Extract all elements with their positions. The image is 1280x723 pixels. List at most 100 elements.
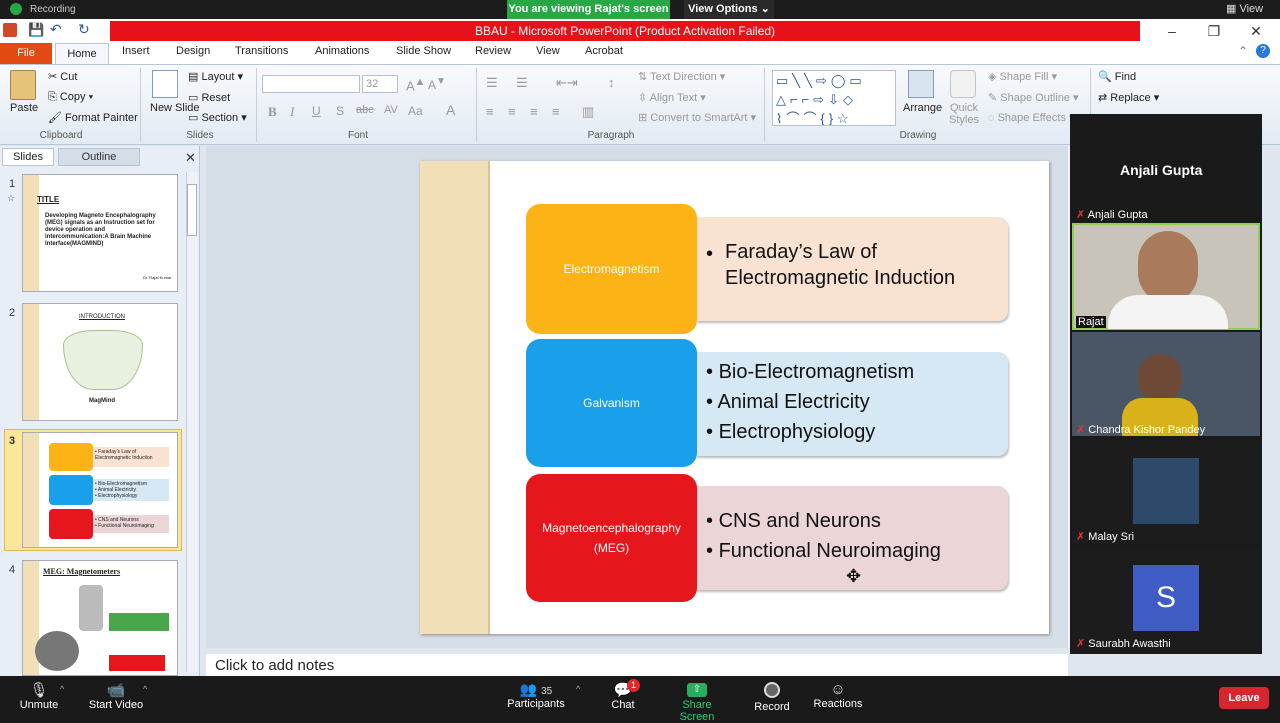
paragraph-group-label: Paragraph <box>587 130 635 141</box>
tab-review[interactable]: Review <box>475 45 511 57</box>
change-case-icon[interactable]: Aa <box>408 104 423 118</box>
panel-scrollbar[interactable] <box>186 172 198 672</box>
video-tile-rajat[interactable] <box>1072 223 1260 330</box>
find-button[interactable]: 🔍 Find <box>1098 70 1136 83</box>
tab-outline[interactable]: Outline <box>58 148 140 166</box>
thumb-sidebar <box>23 304 39 420</box>
view-options-button[interactable]: View Options ⌄ <box>684 0 774 19</box>
spacing-icon[interactable]: AV <box>384 104 398 116</box>
tab-design[interactable]: Design <box>176 45 210 57</box>
audio-options-chevron[interactable]: ^ <box>60 684 64 694</box>
font-grow-icon[interactable]: A▲ <box>406 76 425 93</box>
notes-pane[interactable]: Click to add notes <box>206 654 1068 676</box>
format-painter-button[interactable]: 🖌 Format Painter <box>48 111 138 124</box>
align-text-button[interactable]: ⇳ Align Text ▾ <box>638 91 706 104</box>
tab-transitions[interactable]: Transitions <box>235 45 288 57</box>
close-panel-icon[interactable]: ✕ <box>185 150 196 166</box>
columns-icon[interactable]: ▥ <box>582 104 594 120</box>
close-icon[interactable]: ✕ <box>1236 20 1276 42</box>
new-slide-icon[interactable] <box>152 70 178 98</box>
underline-icon[interactable]: U <box>312 104 321 118</box>
paste-icon[interactable] <box>10 70 36 100</box>
viewing-banner: You are viewing Rajat's screen <box>507 0 670 19</box>
quick-styles-button[interactable]: Quick Styles <box>947 102 981 126</box>
numbering-icon[interactable]: ☰ <box>516 75 528 91</box>
strikethrough-icon[interactable]: abc <box>356 104 374 116</box>
arrange-button[interactable]: Arrange <box>903 102 942 114</box>
slide-thumbnail-1[interactable]: TITLE Developing Magneto Encephalography… <box>22 174 178 292</box>
move-cursor-icon: ✥ <box>846 566 862 586</box>
align-right-icon[interactable]: ≡ <box>530 104 538 119</box>
justify-icon[interactable]: ≡ <box>552 104 560 119</box>
indent-icon[interactable]: ⇤⇥ <box>556 75 578 91</box>
undo-icon[interactable]: ↶ <box>50 21 62 38</box>
category-box-meg[interactable]: Magnetoencephalography (MEG) <box>526 474 697 602</box>
video-tile-chandra[interactable] <box>1072 332 1260 436</box>
slides-group-label: Slides <box>186 130 214 141</box>
paste-button[interactable]: Paste <box>10 102 38 114</box>
video-options-chevron[interactable]: ^ <box>143 684 147 694</box>
shape-effects-button[interactable]: ◌ Shape Effects ▾ <box>988 111 1074 124</box>
tab-animations[interactable]: Animations <box>315 45 369 57</box>
unmute-button[interactable]: 🎙 Unmute <box>14 681 64 711</box>
tab-slides[interactable]: Slides <box>2 148 54 166</box>
layout-button[interactable]: ▤ Layout ▾ <box>188 70 243 83</box>
bullets-icon[interactable]: ☰ <box>486 75 498 91</box>
tab-slide-show[interactable]: Slide Show <box>396 45 451 57</box>
convert-smartart-button[interactable]: ⊞ Convert to SmartArt ▾ <box>638 111 756 124</box>
ribbon-collapse-icon[interactable]: ⌃ <box>1238 44 1248 58</box>
reactions-button[interactable]: ☺ Reactions <box>812 681 864 710</box>
panel-scroll-thumb[interactable] <box>187 184 197 236</box>
slide-thumbnail-4[interactable]: MEG: Magnetometers <box>22 560 178 676</box>
align-center-icon[interactable]: ≡ <box>508 104 516 119</box>
restore-icon[interactable]: ❐ <box>1194 20 1234 42</box>
video-tile-malay[interactable] <box>1072 440 1260 544</box>
replace-button[interactable]: ⇄ Replace ▾ <box>1098 91 1159 104</box>
thumb-body: Developing Magneto Encephalography (MEG)… <box>45 213 156 247</box>
minimize-icon[interactable]: – <box>1152 20 1192 42</box>
tab-view[interactable]: View <box>536 45 560 57</box>
bold-icon[interactable]: B <box>268 104 277 120</box>
slide-thumbnail-3[interactable]: • Faraday’s Law of Electromagnetic Induc… <box>22 432 178 548</box>
participant-initial-avatar: S <box>1133 565 1199 631</box>
slide-thumbnail-2[interactable]: INTRODUCTION MagMind <box>22 303 178 421</box>
font-color-icon[interactable]: A <box>446 102 455 118</box>
leave-button[interactable]: Leave <box>1219 687 1269 709</box>
section-button[interactable]: ▭ Section ▾ <box>188 111 247 124</box>
tab-insert[interactable]: Insert <box>122 45 150 57</box>
font-shrink-icon[interactable]: A▼ <box>428 76 446 92</box>
line-spacing-icon[interactable]: ↕ <box>608 75 615 90</box>
category-box-electromagnetism[interactable]: Electromagnetism <box>526 204 697 334</box>
quick-styles-icon[interactable] <box>950 70 976 98</box>
arrange-icon[interactable] <box>908 70 934 98</box>
active-speaker-name: Anjali Gupta <box>1120 162 1203 178</box>
shadow-icon[interactable]: S <box>336 104 344 118</box>
shape-outline-button[interactable]: ✎ Shape Outline ▾ <box>988 91 1079 104</box>
view-button[interactable]: ▦ View <box>1226 0 1280 19</box>
record-button[interactable]: Record <box>750 681 794 713</box>
shape-fill-button[interactable]: ◈ Shape Fill ▾ <box>988 70 1057 83</box>
category-box-galvanism[interactable]: Galvanism <box>526 339 697 467</box>
start-video-button[interactable]: 📹 Start Video <box>86 681 146 711</box>
participants-button[interactable]: 👥 35 Participants <box>506 681 566 710</box>
reactions-icon: ☺ <box>830 681 846 698</box>
font-size-select[interactable]: 32 <box>362 75 398 93</box>
tab-home[interactable]: Home <box>55 43 109 65</box>
copy-button[interactable]: ⎘ Copy ▾ <box>48 91 93 104</box>
italic-icon[interactable]: I <box>290 104 294 120</box>
shapes-gallery[interactable]: ▭╲╲⇨◯▭ △⌐⌐⇨⇩◇ ⌇⌒⌒{}☆ <box>772 70 896 126</box>
tab-acrobat[interactable]: Acrobat <box>585 45 623 57</box>
video-off-icon: 📹 <box>106 682 126 699</box>
help-icon[interactable]: ? <box>1256 44 1270 58</box>
redo-icon[interactable]: ↻ <box>78 21 90 38</box>
thumb-box <box>109 613 169 631</box>
text-direction-button[interactable]: ⇅ Text Direction ▾ <box>638 70 725 83</box>
cut-button[interactable]: ✂ Cut <box>48 70 77 83</box>
font-family-select[interactable] <box>262 75 360 93</box>
reset-button[interactable]: ▭ Reset <box>188 91 230 104</box>
align-left-icon[interactable]: ≡ <box>486 104 494 119</box>
participants-options-chevron[interactable]: ^ <box>576 684 580 694</box>
tab-file[interactable]: File <box>0 43 52 64</box>
share-screen-button[interactable]: ⇧ Share Screen <box>664 681 730 723</box>
save-icon[interactable]: 💾 <box>28 22 44 38</box>
